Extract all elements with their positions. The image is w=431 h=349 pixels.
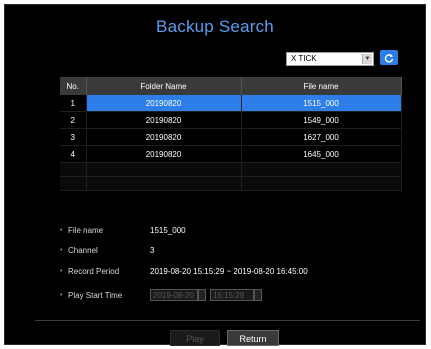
info-record-period: • Record Period 2019-08-20 15:15:29 ~ 20…: [60, 265, 390, 279]
bullet-icon: •: [60, 292, 63, 299]
record-period-label: Record Period: [68, 267, 120, 276]
empty-row: [60, 162, 402, 177]
chevron-down-icon: ▼: [362, 54, 372, 64]
backup-search-dialog: Backup Search X TICK ▼ No. Folder Name F…: [4, 4, 426, 346]
play-start-label: Play Start Time: [68, 291, 123, 300]
dialog-title: Backup Search: [156, 17, 274, 36]
column-header-file: File name: [241, 77, 402, 95]
empty-row: [60, 176, 402, 191]
file-name-label: File name: [68, 226, 104, 235]
file-table: No. Folder Name File name 1 20190820 151…: [60, 77, 402, 191]
row-no: 4: [60, 145, 87, 163]
table-row[interactable]: 2 20190820 1549_000: [60, 111, 402, 129]
row-folder: 20190820: [86, 95, 242, 112]
row-file: 1627_000: [241, 128, 402, 146]
play-start-time-input[interactable]: 15:15:29: [210, 289, 254, 301]
device-select-value: X TICK: [291, 54, 317, 63]
column-header-no: No.: [60, 77, 87, 95]
play-start-date-input[interactable]: 2019-08-20: [150, 289, 198, 301]
bullet-icon: •: [60, 268, 63, 275]
info-file-name: • File name 1515_000: [60, 224, 360, 238]
bullet-icon: •: [60, 227, 63, 234]
row-folder: 20190820: [86, 145, 242, 163]
column-header-folder: Folder Name: [86, 77, 242, 95]
table-row[interactable]: 1 20190820 1515_000: [60, 95, 402, 112]
info-channel: • Channel 3: [60, 244, 360, 258]
row-folder: 20190820: [86, 128, 242, 146]
play-button[interactable]: Play: [170, 330, 220, 346]
refresh-icon: [384, 53, 394, 63]
row-no: 2: [60, 111, 87, 129]
table-row[interactable]: 4 20190820 1645_000: [60, 145, 402, 163]
row-file: 1549_000: [241, 111, 402, 129]
row-file: 1645_000: [241, 145, 402, 163]
table-header-row: No. Folder Name File name: [60, 77, 402, 95]
row-no: 3: [60, 128, 87, 146]
return-button[interactable]: Return: [227, 330, 279, 346]
time-spinner[interactable]: [254, 289, 262, 301]
record-period-value: 2019-08-20 15:15:29 ~ 2019-08-20 16:45:0…: [150, 267, 308, 276]
date-spinner[interactable]: [198, 289, 206, 301]
channel-value: 3: [150, 246, 155, 255]
info-play-start-time: • Play Start Time 2019-08-20 15:15:29: [60, 289, 390, 303]
refresh-button[interactable]: [380, 50, 398, 65]
row-no: 1: [60, 95, 87, 112]
table-row[interactable]: 3 20190820 1627_000: [60, 128, 402, 146]
footer-divider: [35, 320, 420, 321]
bullet-icon: •: [60, 247, 63, 254]
channel-label: Channel: [68, 246, 98, 255]
device-select[interactable]: X TICK ▼: [286, 52, 374, 66]
row-folder: 20190820: [86, 111, 242, 129]
file-name-value: 1515_000: [150, 226, 186, 235]
row-file: 1515_000: [241, 95, 402, 112]
